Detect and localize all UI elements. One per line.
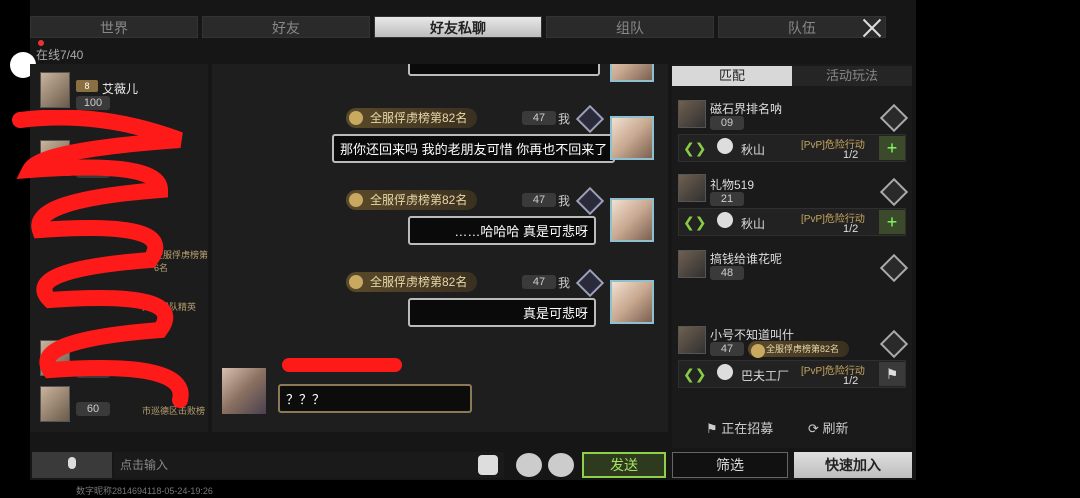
map-name: 秋山 <box>741 143 766 157</box>
avatar <box>40 72 70 108</box>
refresh-label: 刷新 <box>822 421 849 436</box>
redaction-scribble <box>12 110 189 408</box>
avatar <box>678 250 706 278</box>
join-button[interactable]: + <box>879 210 905 234</box>
my-avatar <box>610 116 654 160</box>
rank-icon <box>575 186 605 216</box>
mode-icon: ❮❯ <box>683 366 707 382</box>
rank-icon <box>575 268 605 298</box>
mode-icon: ❮❯ <box>683 214 707 230</box>
tab-world[interactable]: 世界 <box>30 16 198 38</box>
send-button[interactable]: 发送 <box>582 452 666 478</box>
player-name: 磁石界排名呐 <box>710 102 783 116</box>
refresh-button[interactable]: ⟳ 刷新 <box>808 418 849 437</box>
level-badge: 47 <box>522 275 556 289</box>
tab-team[interactable]: 组队 <box>546 16 714 38</box>
team-count: 1/2 <box>843 375 859 387</box>
team-count: 1/2 <box>843 223 859 235</box>
message-bubble: 真是可悲呀 <box>408 298 596 327</box>
me-label: 我 <box>558 276 571 290</box>
match-row[interactable]: 搞钱给谁花呢 48 <box>678 248 909 288</box>
level-badge: 21 <box>710 192 744 206</box>
level-badge: 48 <box>710 266 744 280</box>
redacted-name <box>282 358 402 372</box>
level-badge: 09 <box>710 116 744 130</box>
microphone-icon <box>68 457 76 469</box>
team-row[interactable]: ❮❯ 巴夫工厂 [PvP]危险行动 1/2 ⚑ <box>678 360 906 388</box>
map-icon <box>717 138 733 154</box>
my-avatar <box>610 198 654 242</box>
message-bubble: 那你还回来吗 我的老朋友可惜 你再也不回来了 <box>332 134 616 163</box>
me-label: 我 <box>558 194 571 208</box>
player-name: 礼物519 <box>710 178 755 192</box>
team-row[interactable]: ❮❯ 秋山 [PvP]危险行动 1/2 + <box>678 134 906 162</box>
friend-name: 艾薇儿 <box>102 82 139 96</box>
my-avatar <box>610 64 654 82</box>
tab-match[interactable]: 匹配 <box>672 66 792 86</box>
team-row[interactable]: ❮❯ 秋山 [PvP]危险行动 1/2 + <box>678 208 906 236</box>
recruiting-label: 正在招募 <box>721 421 774 436</box>
level-badge: 47 <box>710 342 744 356</box>
rank-icon <box>879 103 909 133</box>
match-row[interactable]: 磁石界排名呐 09 ❮❯ 秋山 [PvP]危险行动 1/2 + <box>678 98 909 168</box>
map-icon <box>717 364 733 380</box>
friend-item[interactable]: 8 艾薇儿 100 <box>36 68 202 114</box>
match-tabs: 匹配 活动玩法 <box>672 66 912 86</box>
message-bubble: ？？？ <box>278 384 472 413</box>
rank-icon <box>879 177 909 207</box>
quick-join-button[interactable]: 快速加入 <box>794 452 912 478</box>
team-count: 1/2 <box>843 149 859 161</box>
level-badge: 47 <box>522 193 556 207</box>
rank-icon <box>879 329 909 359</box>
map-name: 巴夫工厂 <box>741 369 790 383</box>
vip-badge: 8 <box>76 80 98 92</box>
channel-tabs: 世界 好友 好友私聊 组队 队伍 <box>30 16 886 38</box>
online-count: 在线7/40 <box>36 48 84 62</box>
mode-icon: ❮❯ <box>683 140 707 156</box>
message-bubble <box>408 64 600 76</box>
map-icon <box>717 212 733 228</box>
location-share-icon[interactable] <box>516 453 542 477</box>
title-badge: 全服俘虏榜第82名 <box>346 108 478 128</box>
title-badge: 全服俘虏榜第82名 <box>346 190 478 210</box>
close-icon[interactable] <box>850 10 894 46</box>
tab-friends[interactable]: 好友 <box>202 16 370 38</box>
chat-area[interactable]: 全服俘虏榜第82名 47 我 那你还回来吗 我的老朋友可惜 你再也不回来了 全服… <box>212 64 668 432</box>
flag-button[interactable]: ⚑ <box>879 362 905 386</box>
refresh-icon: ⟳ <box>808 421 823 436</box>
message-input[interactable]: 点击输入 <box>114 452 504 478</box>
tab-activities[interactable]: 活动玩法 <box>792 66 912 86</box>
match-panel: 匹配 活动玩法 磁石界排名呐 09 ❮❯ 秋山 [PvP]危险行动 1/2 + … <box>672 64 912 448</box>
flag-icon: ⚑ <box>706 421 722 436</box>
my-avatar <box>610 280 654 324</box>
voice-button[interactable] <box>32 452 112 478</box>
map-name: 秋山 <box>741 217 766 231</box>
tab-private-chat[interactable]: 好友私聊 <box>374 16 542 38</box>
avatar <box>678 174 706 202</box>
avatar <box>678 326 706 354</box>
match-row[interactable]: 小号不知道叫什 47 全服俘虏榜第82名 ❮❯ 巴夫工厂 [PvP]危险行动 1… <box>678 324 909 394</box>
me-label: 我 <box>558 112 571 126</box>
friend-level: 100 <box>76 96 110 110</box>
level-badge: 47 <box>522 111 556 125</box>
rank-icon <box>575 104 605 134</box>
rank-icon <box>879 253 909 283</box>
player-name: 搞钱给谁花呢 <box>710 252 783 266</box>
recruiting-button[interactable]: ⚑ 正在招募 <box>706 418 773 437</box>
title-badge: 全服俘虏榜第82名 <box>748 341 850 358</box>
title-badge: 全服俘虏榜第82名 <box>346 272 478 292</box>
message-bubble: ……哈哈哈 真是可悲呀 <box>408 216 596 245</box>
emoji-icon[interactable] <box>478 455 498 475</box>
filter-button[interactable]: 筛选 <box>672 452 788 478</box>
footer-text: 数字昵称2814694118-05-24-19:26 <box>76 486 213 496</box>
friend-avatar <box>222 368 266 414</box>
voice-message-icon[interactable] <box>548 453 574 477</box>
match-row[interactable]: 礼物519 21 ❮❯ 秋山 [PvP]危险行动 1/2 + <box>678 172 909 242</box>
join-button[interactable]: + <box>879 136 905 160</box>
avatar <box>678 100 706 128</box>
